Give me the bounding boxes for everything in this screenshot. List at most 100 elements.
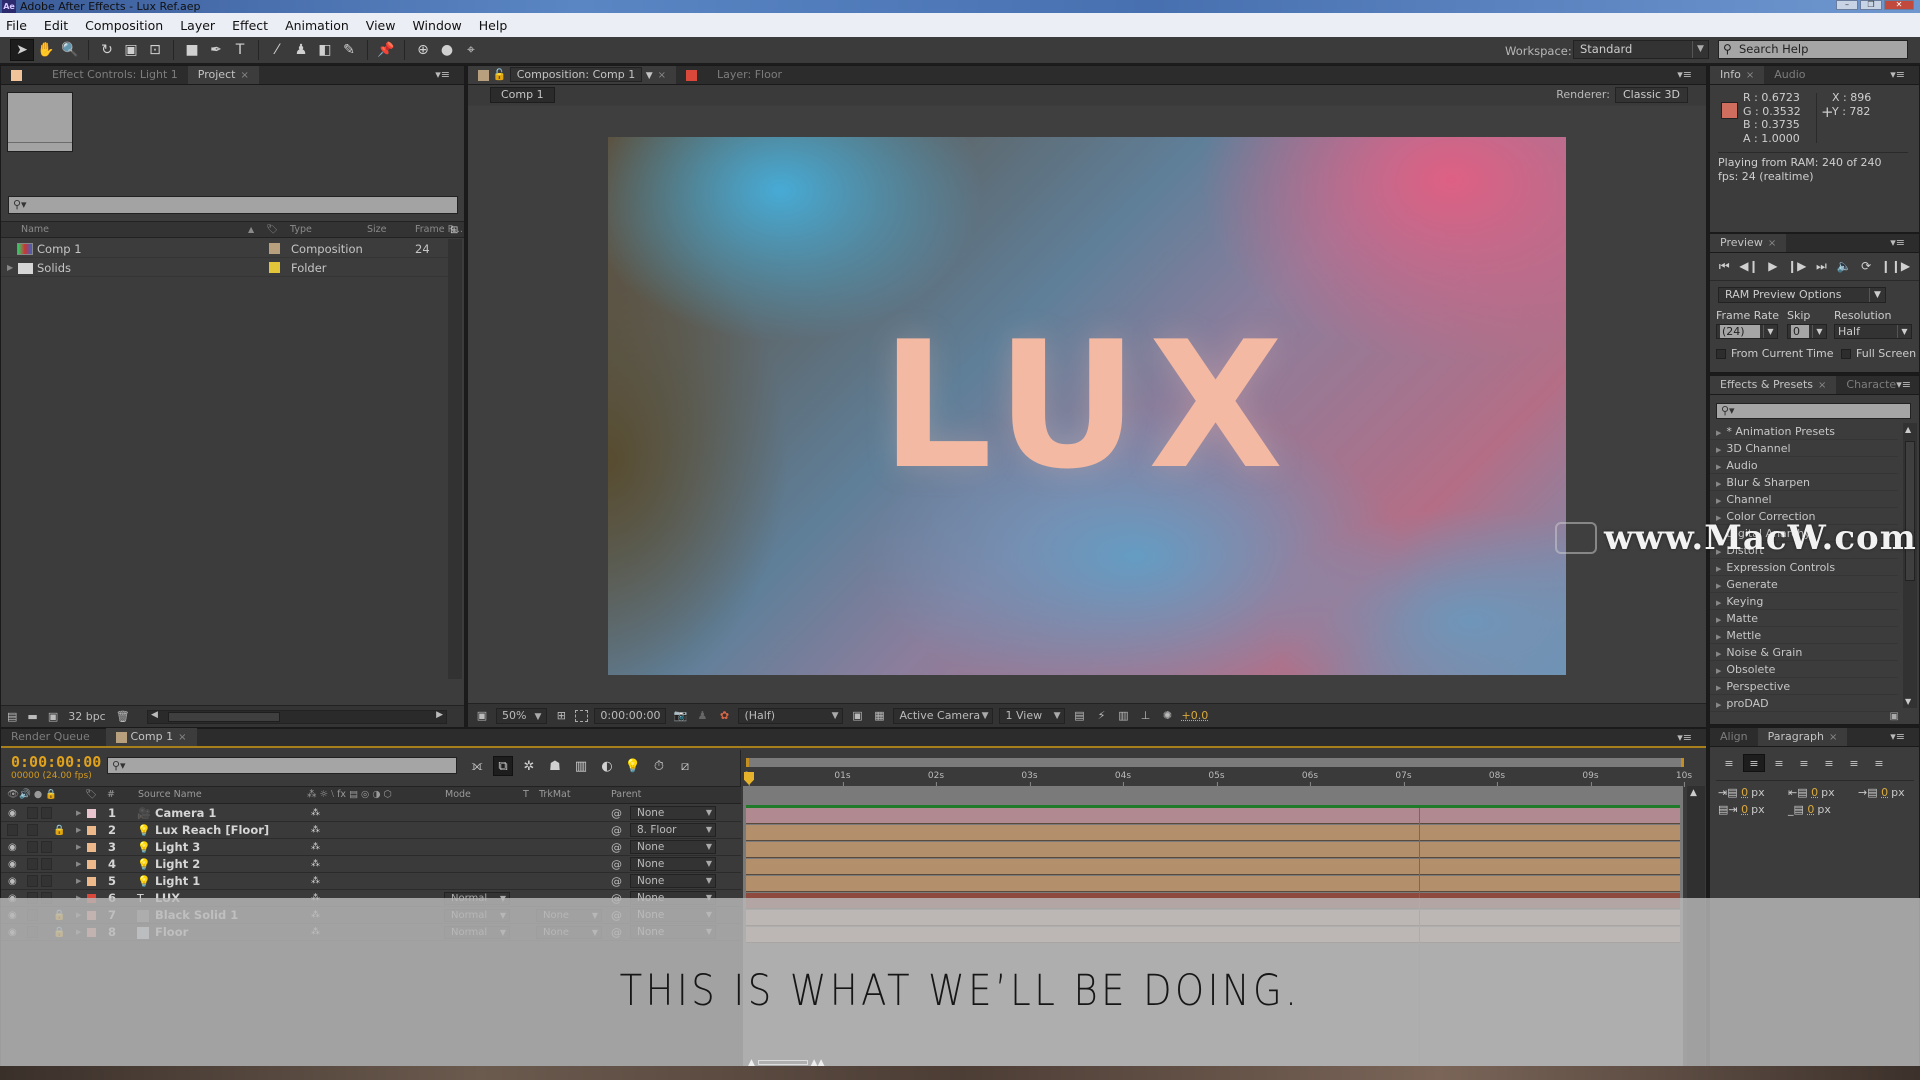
indent-value[interactable]: 0	[1807, 803, 1814, 816]
expand-triangle-icon[interactable]: ▶	[7, 259, 13, 277]
brainstorm-icon[interactable]: 💡	[623, 756, 643, 776]
expand-triangle-icon[interactable]: ▶	[1716, 497, 1721, 505]
pixel-aspect-icon[interactable]: ▤	[1071, 708, 1087, 724]
effect-category[interactable]: ▶ proDAD	[1710, 695, 1898, 712]
menu-file[interactable]: File	[6, 18, 27, 33]
new-folder-icon[interactable]: ▬	[27, 710, 37, 723]
menu-help[interactable]: Help	[479, 18, 508, 33]
skip-select[interactable]: 0 ▼	[1787, 324, 1827, 339]
justify-center-icon[interactable]: ≡	[1818, 754, 1840, 772]
tab-project[interactable]: Project ×	[187, 66, 259, 84]
parent-select[interactable]: None ▼	[630, 806, 716, 820]
magnification-select[interactable]: 50% ▼	[496, 707, 548, 724]
clone-stamp-tool-icon[interactable]: ♟	[289, 39, 313, 61]
project-item[interactable]: Comp 1 Composition 24	[1, 240, 449, 258]
expand-triangle-icon[interactable]: ▶	[76, 856, 81, 873]
tab-effects-presets[interactable]: Effects & Presets ×	[1710, 376, 1837, 394]
tab-composition[interactable]: 🔓 Composition: Comp 1 ▼ ×	[468, 66, 677, 84]
label-swatch[interactable]	[87, 809, 96, 818]
comp-mini-flowchart-icon[interactable]: ⟗	[467, 756, 487, 776]
expand-triangle-icon[interactable]: ▶	[1716, 582, 1721, 590]
trash-icon[interactable]: 🗑	[116, 710, 130, 723]
align-center-icon[interactable]: ≡	[1743, 754, 1765, 772]
resolution-select[interactable]: (Half) ▼	[738, 707, 844, 724]
visibility-eye-icon[interactable]: ◉	[8, 805, 17, 822]
space-after-field[interactable]: _▤ 0 px	[1788, 803, 1831, 816]
expand-triangle-icon[interactable]: ▶	[76, 873, 81, 890]
roto-brush-tool-icon[interactable]: ✎	[337, 39, 361, 61]
mask-visibility-icon[interactable]	[575, 709, 589, 722]
close-icon[interactable]: ×	[1746, 70, 1754, 81]
tab-layer-floor[interactable]: Layer: Floor	[676, 66, 826, 84]
close-icon[interactable]: ×	[658, 70, 666, 81]
expand-triangle-icon[interactable]: ▶	[76, 839, 81, 856]
pick-whip-icon[interactable]: @	[611, 839, 622, 856]
layer-row[interactable]: ◉ ▶ 4 💡 Light 2 ⁂ @ None ▼	[1, 856, 741, 873]
world-axis-icon[interactable]: ●	[435, 39, 459, 61]
layer-row[interactable]: 🔒 ▶ 2 💡 Lux Reach [Floor] ⁂ @8. Floor ▼	[1, 822, 741, 839]
selection-tool-icon[interactable]: ➤	[10, 39, 34, 61]
effect-category[interactable]: ▶ Keying	[1710, 593, 1898, 610]
shy-switch-icon[interactable]: ⁂	[311, 856, 320, 873]
layer-name[interactable]: Lux Reach [Floor]	[155, 822, 269, 839]
layer-duration-bar[interactable]	[746, 859, 1680, 875]
effect-category[interactable]: ▶ * Animation Presets	[1710, 423, 1898, 440]
scroll-thumb[interactable]	[1905, 441, 1915, 581]
workspace-select[interactable]: Standard ▼	[1573, 40, 1709, 59]
type-tool-icon[interactable]: T	[228, 39, 252, 61]
last-frame-icon[interactable]: ⏭	[1816, 259, 1827, 274]
maximize-button[interactable]: ❐	[1860, 0, 1882, 10]
effect-category[interactable]: ▶ Obsolete	[1710, 661, 1898, 678]
indent-left-field[interactable]: ⇥▤ 0 px	[1718, 786, 1765, 799]
scroll-left-icon[interactable]: ◀	[151, 710, 158, 720]
project-search-input[interactable]: ⚲▾	[8, 196, 458, 214]
effect-category[interactable]: ▶ Blur & Sharpen	[1710, 474, 1898, 491]
indent-value[interactable]: 0	[1741, 786, 1748, 799]
scroll-down-icon[interactable]: ▼	[1905, 697, 1911, 706]
scroll-right-icon[interactable]: ▶	[436, 710, 443, 720]
tab-comp-1[interactable]: Comp 1 ×	[106, 728, 197, 746]
time-ruler[interactable]: 0s01s02s03s04s05s06s07s08s09s10s	[743, 771, 1692, 787]
loop-icon[interactable]: ⟳	[1861, 259, 1871, 273]
composition-canvas[interactable]: LUX	[608, 137, 1566, 675]
effect-category[interactable]: ▶ Matte	[1710, 610, 1898, 627]
layer-duration-bar[interactable]	[746, 808, 1680, 824]
parent-select[interactable]: 8. Floor ▼	[630, 823, 716, 837]
align-left-icon[interactable]: ≡	[1718, 754, 1740, 772]
visibility-eye-icon[interactable]: ◉	[8, 856, 17, 873]
snapshot-icon[interactable]: 📷	[672, 708, 688, 724]
parent-select[interactable]: None ▼	[630, 840, 716, 854]
lock-toggle[interactable]	[41, 807, 52, 819]
interpret-footage-icon[interactable]: ▤	[7, 710, 17, 723]
first-frame-icon[interactable]: ⏮	[1719, 259, 1730, 274]
hand-tool-icon[interactable]: ✋	[34, 39, 58, 61]
effect-category[interactable]: ▶ Expression Controls	[1710, 559, 1898, 576]
frame-rate-select[interactable]: (24) ▼	[1716, 324, 1778, 339]
lock-toggle[interactable]	[41, 858, 52, 870]
close-icon[interactable]: ×	[1818, 380, 1826, 391]
layer-duration-bar[interactable]	[746, 825, 1680, 841]
expand-triangle-icon[interactable]: ▶	[1716, 650, 1721, 658]
tab-info[interactable]: Info ×	[1710, 66, 1765, 84]
shy-switch-icon[interactable]: ⁂	[311, 873, 320, 890]
solo-toggle[interactable]	[27, 807, 38, 819]
tab-audio[interactable]: Audio	[1764, 66, 1824, 84]
renderer-button[interactable]: Classic 3D	[1614, 87, 1688, 103]
resolution-select[interactable]: Half ▼	[1834, 324, 1912, 339]
align-right-icon[interactable]: ≡	[1768, 754, 1790, 772]
reset-exposure-icon[interactable]: ✺	[1159, 708, 1175, 724]
tab-align[interactable]: Align	[1710, 728, 1758, 746]
fast-previews-icon[interactable]: ⚡	[1093, 708, 1109, 724]
pick-whip-icon[interactable]: @	[611, 856, 622, 873]
timeline-icon[interactable]: ▥	[1115, 708, 1131, 724]
expand-triangle-icon[interactable]: ▶	[1716, 684, 1721, 692]
layer-row[interactable]: ◉ ▶ 3 💡 Light 3 ⁂ @ None ▼	[1, 839, 741, 856]
label-swatch[interactable]	[87, 843, 96, 852]
current-time-display[interactable]: 0:00:00:00	[594, 707, 667, 724]
effect-category[interactable]: ▶ Generate	[1710, 576, 1898, 593]
justify-right-icon[interactable]: ≡	[1843, 754, 1865, 772]
pick-whip-icon[interactable]: @	[611, 822, 622, 839]
puppet-pin-tool-icon[interactable]: 📌	[374, 39, 398, 61]
effect-category[interactable]: ▶ Audio	[1710, 457, 1898, 474]
composition-viewer[interactable]: LUX	[468, 106, 1706, 706]
